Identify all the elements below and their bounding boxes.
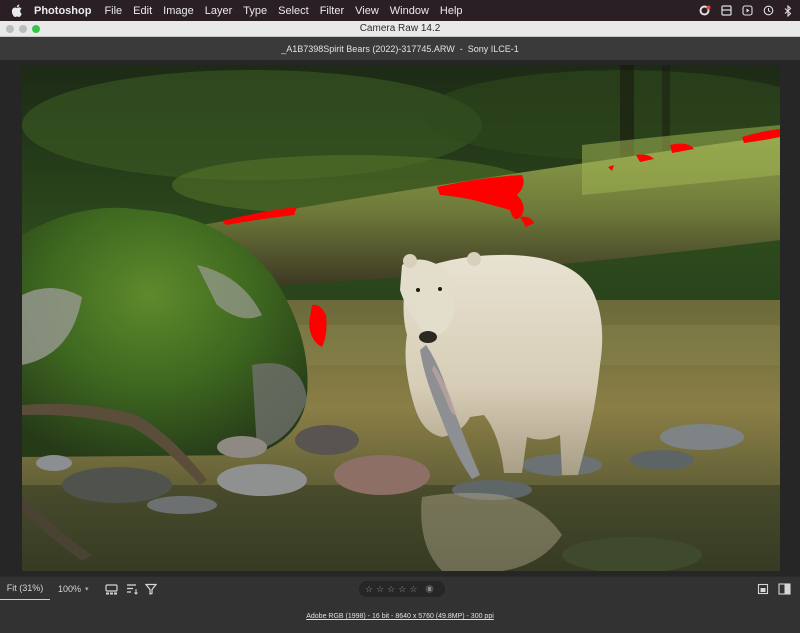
- camera-raw-window: Photoshop File Edit Image Layer Type Sel…: [0, 0, 800, 633]
- rating-star-3[interactable]: ☆: [387, 584, 395, 594]
- file-header: _A1B7398Spirit Bears (2022)-317745.ARW -…: [0, 37, 800, 60]
- apple-icon[interactable]: [10, 4, 24, 18]
- menubar: Photoshop File Edit Image Layer Type Sel…: [0, 0, 800, 21]
- zoom-100-label: 100%: [58, 584, 82, 594]
- rating-star-2[interactable]: ☆: [376, 584, 384, 594]
- view-mode-icon[interactable]: [756, 582, 770, 596]
- menu-type[interactable]: Type: [243, 5, 267, 17]
- rating-star-5[interactable]: ☆: [409, 584, 417, 594]
- menu-file[interactable]: File: [104, 5, 122, 17]
- star-rating[interactable]: ☆ ☆ ☆ ☆ ☆: [359, 581, 445, 597]
- menu-view[interactable]: View: [355, 5, 379, 17]
- status-bar: Adobe RGB (1998) - 16 bit - 8640 x 5760 …: [0, 600, 800, 633]
- menu-image[interactable]: Image: [163, 5, 194, 17]
- before-after-icon[interactable]: [777, 582, 791, 596]
- status-tray: [698, 0, 792, 21]
- window-controls: [6, 25, 40, 33]
- filmstrip-icon[interactable]: [104, 582, 118, 596]
- window-titlebar: Camera Raw 14.2: [0, 21, 800, 37]
- minimize-window-button[interactable]: [19, 25, 27, 33]
- chevron-down-icon: ▾: [85, 586, 89, 593]
- zoom-fit-button[interactable]: Fit (31%): [0, 577, 50, 601]
- zoom-100-dropdown[interactable]: 100% ▾: [52, 577, 94, 601]
- rating-star-4[interactable]: ☆: [398, 584, 406, 594]
- menu-filter[interactable]: Filter: [320, 5, 344, 17]
- file-name: _A1B7398Spirit Bears (2022)-317745.ARW: [281, 43, 455, 54]
- close-window-button[interactable]: [6, 25, 14, 33]
- window-layout-icon[interactable]: [721, 5, 732, 16]
- photo-preview[interactable]: [22, 65, 780, 571]
- workflow-options-link[interactable]: Adobe RGB (1998) - 16 bit - 8640 x 5760 …: [306, 613, 494, 620]
- sort-icon[interactable]: [125, 582, 139, 596]
- menu-select[interactable]: Select: [278, 5, 309, 17]
- bluetooth-icon[interactable]: [784, 4, 792, 17]
- rating-star-1[interactable]: ☆: [365, 584, 373, 594]
- window-title: Camera Raw 14.2: [359, 23, 441, 34]
- creative-cloud-icon[interactable]: [698, 5, 711, 16]
- menu-window[interactable]: Window: [390, 5, 429, 17]
- time-machine-icon[interactable]: [763, 5, 774, 16]
- menu-help[interactable]: Help: [440, 5, 463, 17]
- filter-icon[interactable]: [144, 582, 158, 596]
- camera-model: Sony ILCE-1: [467, 43, 519, 54]
- bottom-toolbar: Fit (31%) 100% ▾ ☆ ☆ ☆ ☆ ☆: [0, 576, 800, 601]
- trash-icon[interactable]: [425, 584, 434, 594]
- image-canvas[interactable]: [0, 60, 800, 576]
- menu-app-name[interactable]: Photoshop: [34, 5, 91, 17]
- menu-edit[interactable]: Edit: [133, 5, 152, 17]
- zoom-fit-label: Fit (31%): [6, 583, 44, 593]
- file-header-separator: -: [459, 43, 463, 54]
- play-icon[interactable]: [742, 5, 753, 16]
- maximize-window-button[interactable]: [32, 25, 40, 33]
- menu-layer[interactable]: Layer: [205, 5, 233, 17]
